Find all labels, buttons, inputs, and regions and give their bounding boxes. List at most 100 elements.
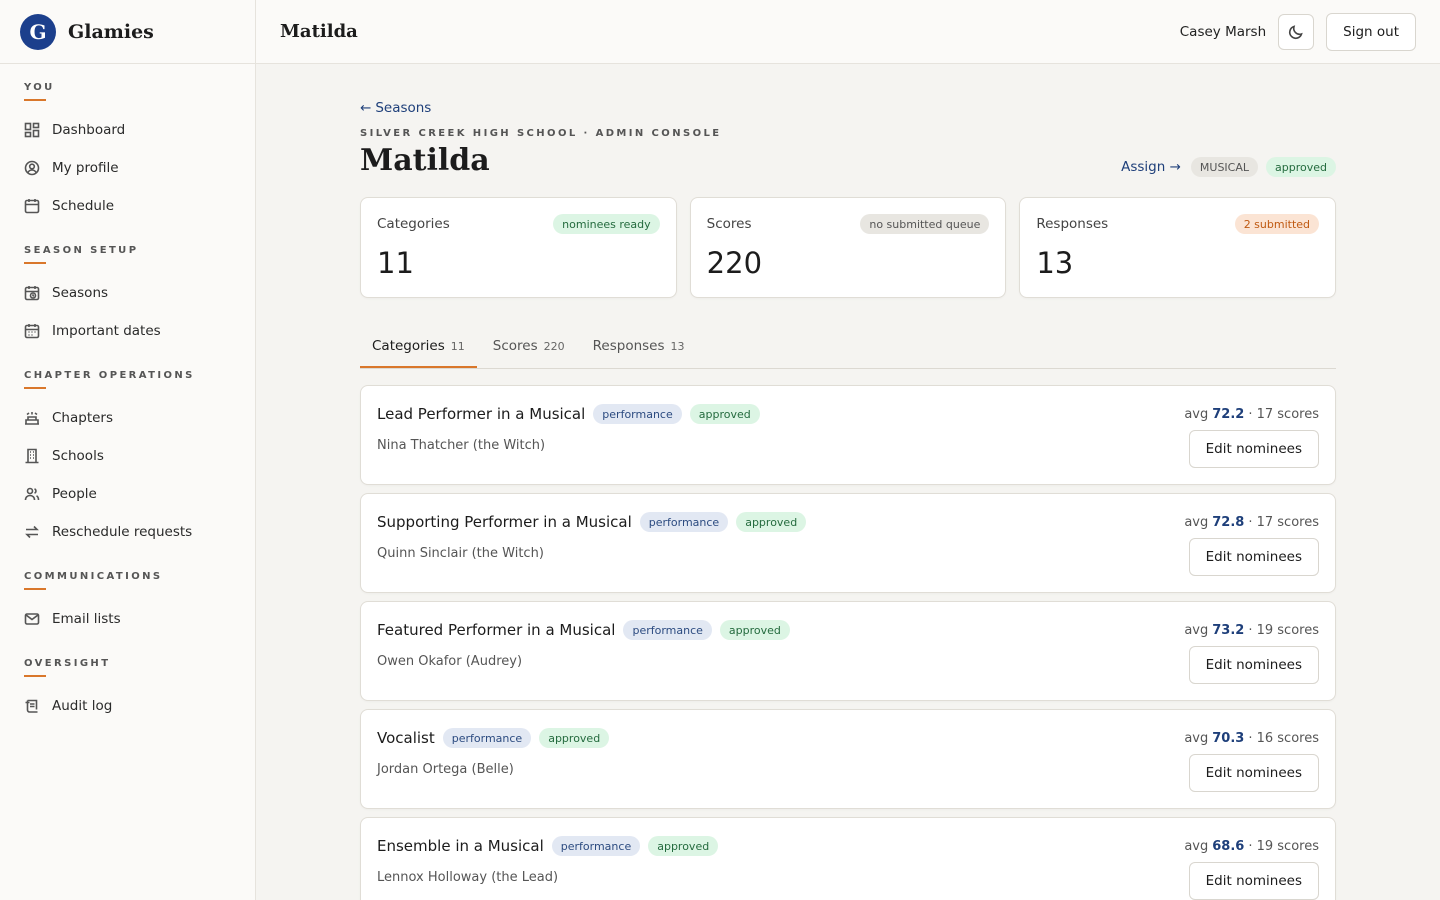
- nominee-name: Lennox Holloway (the Lead): [377, 870, 559, 885]
- sidebar-item-label: Dashboard: [52, 122, 126, 138]
- nav-section-chapter-operations: CHAPTER OPERATIONS Chapters Schools Peop…: [24, 370, 255, 551]
- mail-icon: [24, 611, 40, 627]
- category-status: approved: [539, 728, 610, 748]
- calendar-icon: [24, 198, 40, 214]
- stat-badge: no submitted queue: [860, 214, 990, 234]
- theme-toggle-button[interactable]: [1278, 13, 1315, 50]
- sidebar-item-label: People: [52, 486, 97, 502]
- stat-value: 11: [377, 246, 414, 280]
- score-summary: avg 72.8 · 17 scores: [1184, 508, 1319, 536]
- sidebar-item-schools[interactable]: Schools: [24, 437, 255, 475]
- avg-score: 70.3: [1212, 730, 1245, 746]
- nav-section-communications: COMMUNICATIONS Email lists: [24, 571, 255, 638]
- edit-nominees-button[interactable]: Edit nominees: [1188, 646, 1319, 684]
- category-tag: performance: [442, 728, 532, 748]
- category-title: Lead Performer in a Musical: [377, 405, 586, 423]
- score-summary: avg 70.3 · 16 scores: [1184, 724, 1319, 752]
- back-to-seasons-link[interactable]: ← Seasons: [360, 100, 1336, 116]
- profile-icon: [24, 160, 40, 176]
- score-summary: avg 72.2 · 17 scores: [1184, 400, 1319, 428]
- sidebar-item-important-dates[interactable]: Important dates: [24, 312, 255, 350]
- avg-score: 72.2: [1212, 406, 1245, 422]
- nominee-name: Quinn Sinclair (the Witch): [377, 546, 544, 561]
- sidebar-item-seasons[interactable]: Seasons: [24, 274, 255, 312]
- sidebar-item-label: Email lists: [52, 611, 121, 627]
- edit-nominees-button[interactable]: Edit nominees: [1188, 862, 1319, 900]
- category-status: approved: [689, 404, 760, 424]
- stat-badge: 2 submitted: [1234, 214, 1320, 234]
- brand-logo: G: [20, 13, 56, 50]
- nav-heading-rule: [24, 588, 46, 590]
- edit-nominees-button[interactable]: Edit nominees: [1188, 538, 1319, 576]
- nav-heading: CHAPTER OPERATIONS: [24, 370, 195, 381]
- category-card: Lead Performer in a Musical performance …: [360, 385, 1336, 485]
- avg-prefix: avg: [1184, 406, 1209, 422]
- sidebar-item-label: Important dates: [52, 323, 161, 339]
- nav-heading: COMMUNICATIONS: [24, 571, 163, 582]
- avg-score: 68.6: [1212, 838, 1245, 854]
- nominee-name: Nina Thatcher (the Witch): [377, 438, 546, 453]
- score-count: · 17 scores: [1248, 406, 1319, 422]
- stat-value: 13: [1036, 246, 1074, 280]
- stat-label: Responses: [1036, 216, 1109, 232]
- sidebar-item-label: My profile: [52, 160, 119, 176]
- brand[interactable]: G Glamies: [0, 0, 255, 64]
- assign-link[interactable]: Assign →: [1121, 159, 1181, 175]
- user-name: Casey Marsh: [1179, 23, 1267, 40]
- sign-out-button[interactable]: Sign out: [1326, 12, 1416, 51]
- score-count: · 19 scores: [1248, 622, 1319, 638]
- stat-value: 220: [706, 246, 763, 280]
- nav-heading: YOU: [24, 82, 55, 93]
- stat-card-categories: Categories nominees ready 11: [360, 197, 677, 298]
- tab-scores[interactable]: Scores 220: [481, 332, 577, 368]
- tab-categories[interactable]: Categories 11: [360, 332, 477, 368]
- top-header: Matilda Casey Marsh Sign out: [256, 0, 1440, 64]
- avg-score: 72.8: [1212, 514, 1245, 530]
- category-tag: performance: [551, 836, 641, 856]
- calendar-icon: [24, 323, 40, 339]
- stat-label: Scores: [706, 216, 752, 232]
- edit-nominees-button[interactable]: Edit nominees: [1188, 754, 1319, 792]
- tab-responses[interactable]: Responses 13: [581, 332, 697, 368]
- status-badge: approved: [1266, 157, 1336, 177]
- tab-count: 11: [450, 340, 465, 353]
- category-tag: performance: [623, 620, 712, 640]
- sidebar-item-my-profile[interactable]: My profile: [24, 149, 255, 187]
- edit-nominees-button[interactable]: Edit nominees: [1188, 430, 1319, 468]
- nominee-name: Owen Okafor (Audrey): [377, 654, 523, 669]
- avg-prefix: avg: [1184, 838, 1209, 854]
- swap-icon: [24, 524, 40, 540]
- nav-heading: OVERSIGHT: [24, 658, 111, 669]
- stat-label: Categories: [377, 216, 450, 232]
- sidebar-nav: YOU Dashboard My profile Schedule SEASON…: [0, 64, 255, 725]
- title-row: Matilda Assign → MUSICAL approved: [360, 143, 1336, 179]
- category-list: Lead Performer in a Musical performance …: [360, 385, 1336, 900]
- nav-heading: SEASON SETUP: [24, 245, 139, 256]
- avg-prefix: avg: [1184, 622, 1209, 638]
- sidebar-item-label: Reschedule requests: [52, 524, 193, 540]
- category-card: Vocalist performance approved Jordan Ort…: [360, 709, 1336, 809]
- category-status: approved: [648, 836, 719, 856]
- sidebar-item-audit-log[interactable]: Audit log: [24, 687, 255, 725]
- nav-section-you: YOU Dashboard My profile Schedule: [24, 82, 255, 225]
- tab-bar: Categories 11 Scores 220 Responses 13: [360, 332, 1336, 369]
- nav-heading-rule: [24, 675, 46, 677]
- nav-section-oversight: OVERSIGHT Audit log: [24, 658, 255, 725]
- sidebar-item-dashboard[interactable]: Dashboard: [24, 111, 255, 149]
- sidebar-item-label: Schedule: [52, 198, 115, 214]
- sidebar-item-schedule[interactable]: Schedule: [24, 187, 255, 225]
- sidebar-item-reschedule-requests[interactable]: Reschedule requests: [24, 513, 255, 551]
- sidebar-item-chapters[interactable]: Chapters: [24, 399, 255, 437]
- sidebar-item-email-lists[interactable]: Email lists: [24, 600, 255, 638]
- stat-card-responses: Responses 2 submitted 13: [1019, 197, 1337, 298]
- stat-badge: nominees ready: [553, 214, 660, 234]
- nav-section-season-setup: SEASON SETUP Seasons Important dates: [24, 245, 255, 350]
- tab-label: Responses: [592, 338, 665, 354]
- page-title: Matilda: [360, 143, 490, 178]
- sidebar-item-people[interactable]: People: [24, 475, 255, 513]
- brand-name: Glamies: [68, 20, 154, 43]
- tab-label: Categories: [372, 338, 445, 354]
- nav-heading-rule: [24, 387, 46, 389]
- sidebar-item-label: Schools: [52, 448, 104, 464]
- sidebar-item-label: Chapters: [52, 410, 114, 426]
